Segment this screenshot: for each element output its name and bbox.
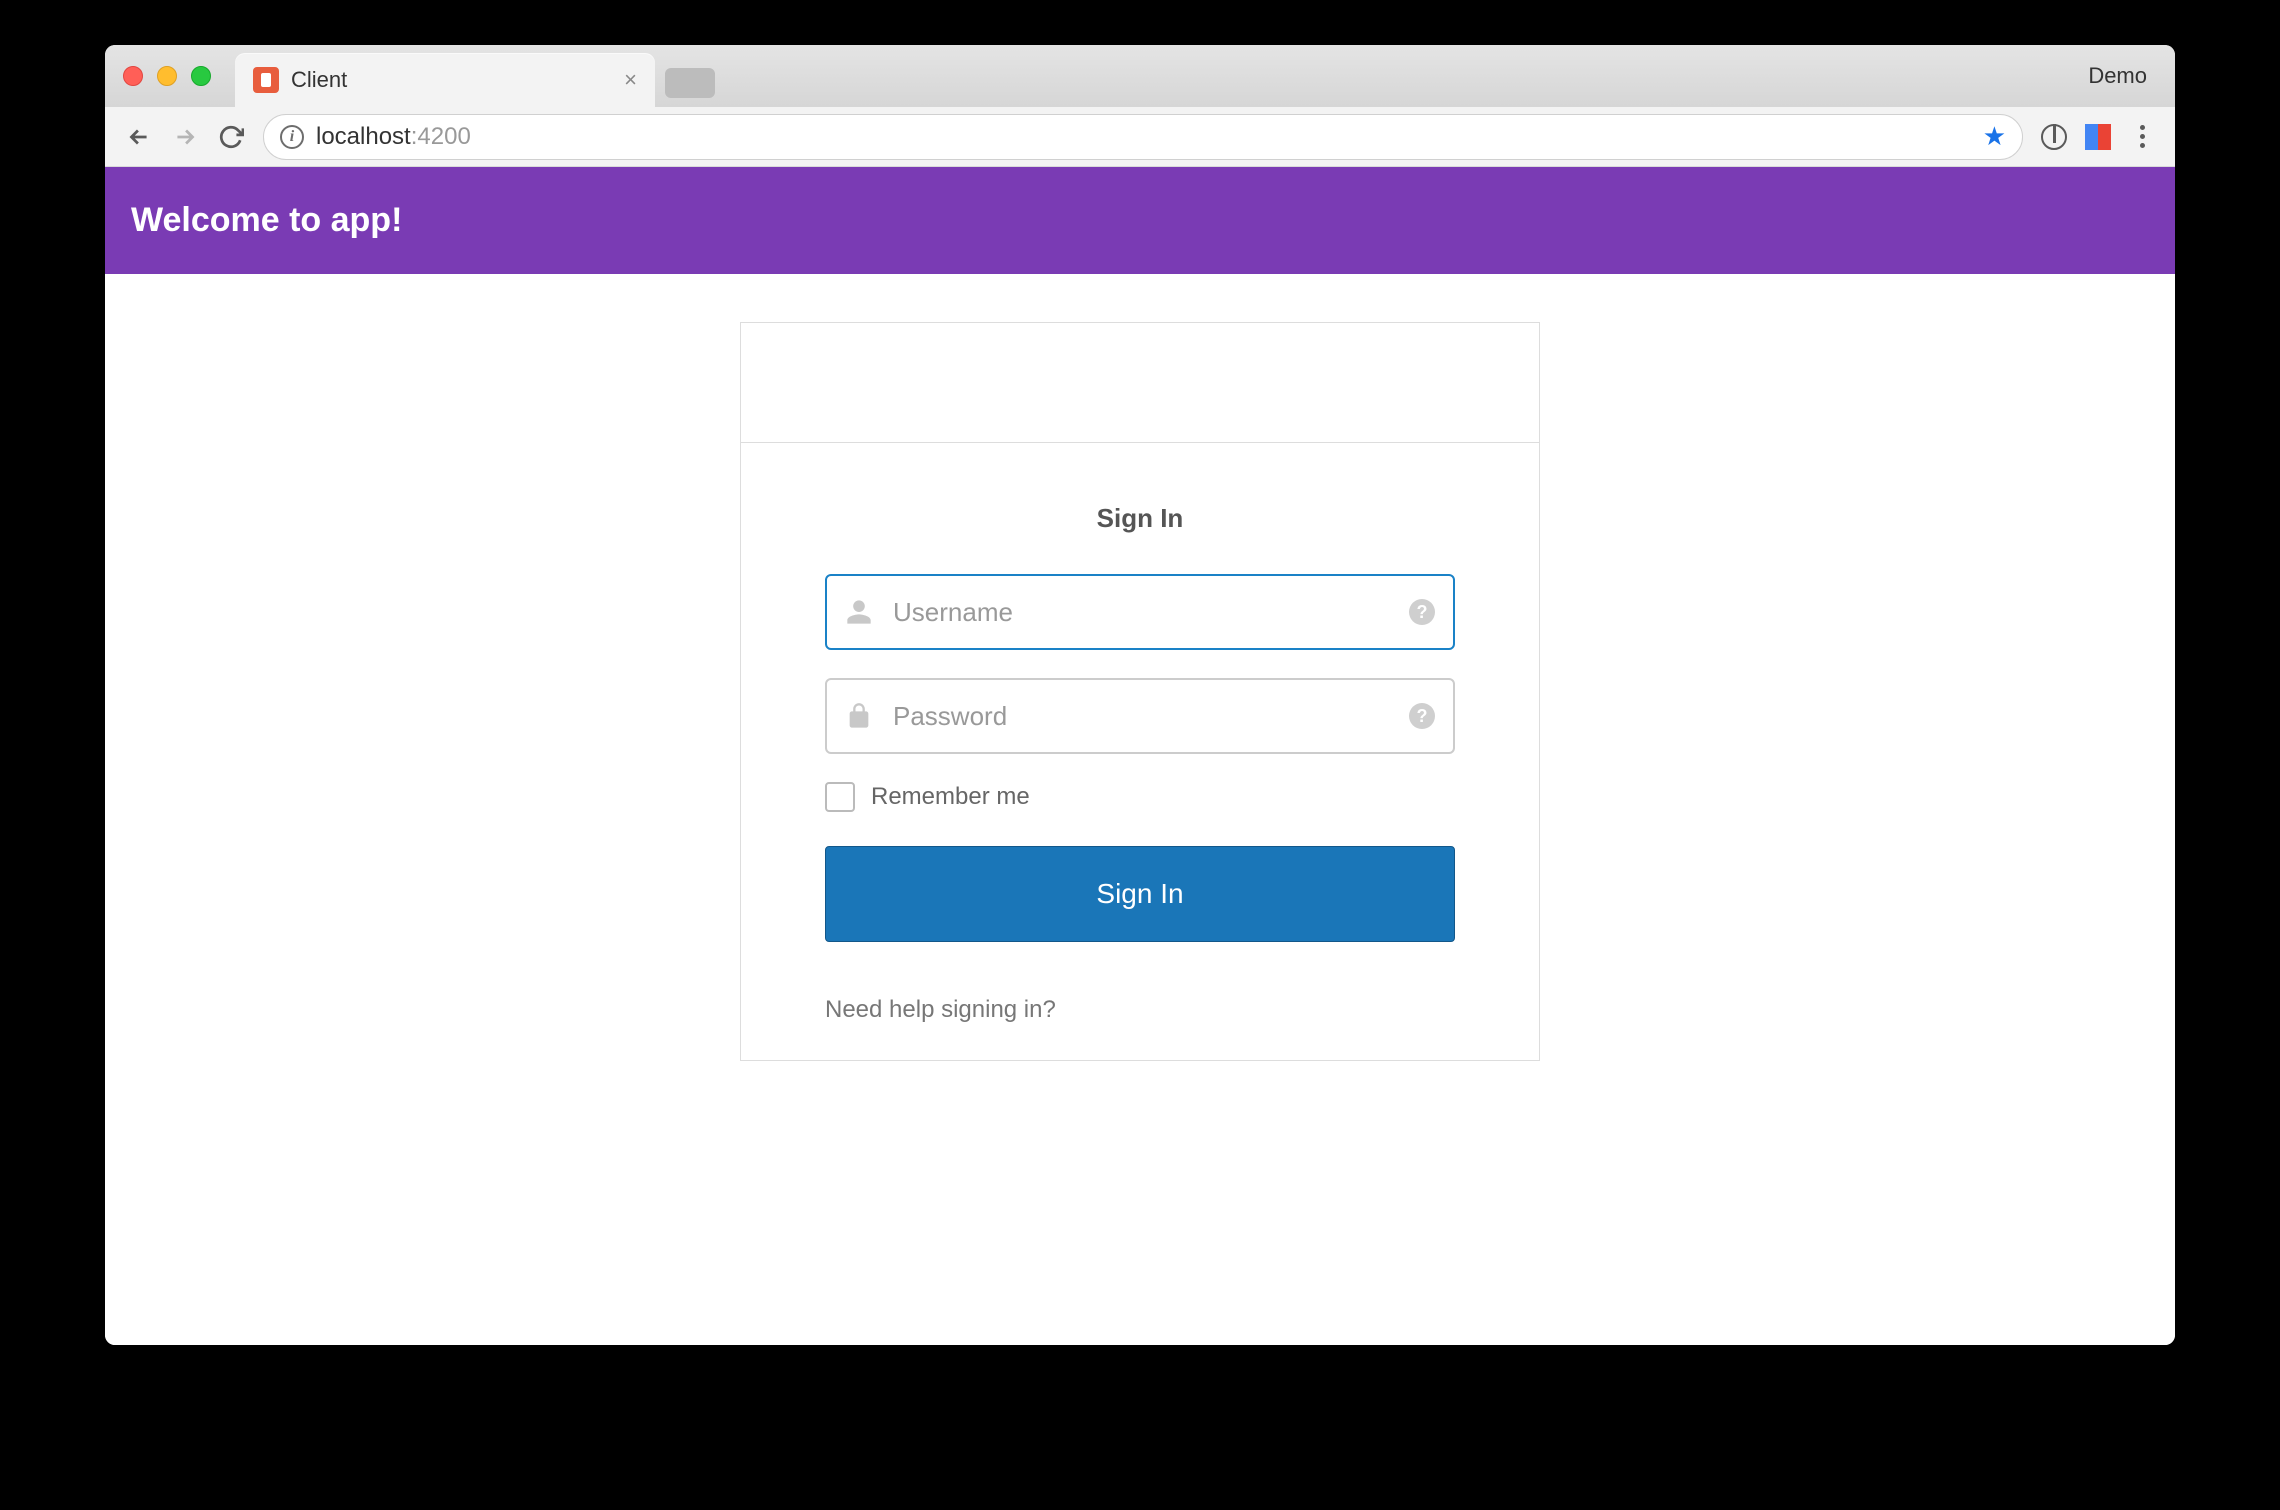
extension-info-icon[interactable]	[2041, 124, 2067, 150]
new-tab-button[interactable]	[665, 68, 715, 98]
lock-icon	[845, 702, 873, 730]
minimize-window-icon[interactable]	[157, 66, 177, 86]
reload-button[interactable]	[217, 123, 245, 151]
page-body: Sign In ? ?	[105, 274, 2175, 1109]
browser-tab[interactable]: Client ×	[235, 53, 655, 107]
username-input[interactable]	[825, 574, 1455, 650]
browser-window: Client × Demo i localhost:4200 ★ Welcome…	[105, 45, 2175, 1345]
address-bar[interactable]: i localhost:4200 ★	[263, 114, 2023, 160]
page-content: Welcome to app! Sign In ?	[105, 167, 2175, 1345]
signin-card: Sign In ? ?	[740, 322, 1540, 1061]
url-text: localhost:4200	[316, 123, 471, 151]
username-help-icon[interactable]: ?	[1409, 599, 1435, 625]
url-port: :4200	[411, 123, 471, 150]
password-input[interactable]	[825, 678, 1455, 754]
window-controls	[123, 66, 211, 86]
password-help-icon[interactable]: ?	[1409, 703, 1435, 729]
signin-form: Sign In ? ?	[741, 443, 1539, 1060]
help-signin-link[interactable]: Need help signing in?	[825, 996, 1056, 1024]
user-icon	[845, 598, 873, 626]
username-field-wrapper: ?	[825, 574, 1455, 650]
profile-label[interactable]: Demo	[2088, 63, 2157, 89]
app-header: Welcome to app!	[105, 167, 2175, 274]
close-window-icon[interactable]	[123, 66, 143, 86]
favicon-icon	[253, 67, 279, 93]
site-info-icon[interactable]: i	[280, 125, 304, 149]
card-logo-area	[741, 323, 1539, 443]
browser-tab-bar: Client × Demo	[105, 45, 2175, 107]
remember-me-label[interactable]: Remember me	[871, 783, 1030, 811]
browser-toolbar: i localhost:4200 ★	[105, 107, 2175, 167]
extension-color-icon[interactable]	[2085, 124, 2111, 150]
tab-title: Client	[291, 67, 612, 93]
close-tab-icon[interactable]: ×	[624, 67, 637, 93]
page-title: Welcome to app!	[131, 201, 402, 239]
password-field-wrapper: ?	[825, 678, 1455, 754]
remember-me-checkbox[interactable]	[825, 782, 855, 812]
signin-button[interactable]: Sign In	[825, 846, 1455, 942]
browser-menu-icon[interactable]	[2129, 125, 2155, 148]
remember-me-row: Remember me	[825, 782, 1455, 812]
url-host: localhost	[316, 123, 411, 150]
back-button[interactable]	[125, 123, 153, 151]
forward-button[interactable]	[171, 123, 199, 151]
bookmark-star-icon[interactable]: ★	[1983, 121, 2006, 152]
maximize-window-icon[interactable]	[191, 66, 211, 86]
form-title: Sign In	[825, 503, 1455, 534]
